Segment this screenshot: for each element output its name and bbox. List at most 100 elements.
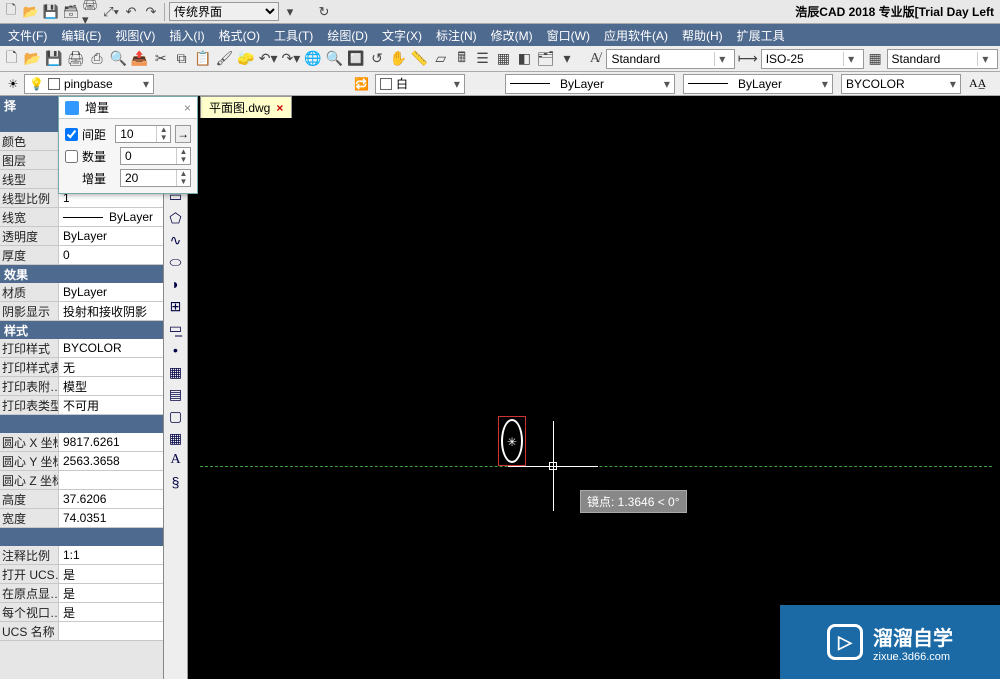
prop-value[interactable]: 模型 — [58, 377, 163, 395]
color-combo[interactable]: 白 ▾ — [375, 74, 465, 94]
prop-value[interactable]: 74.0351 — [58, 509, 163, 527]
spacing-checkbox[interactable] — [65, 128, 78, 141]
prop-row[interactable]: 每个视口…是 — [0, 603, 163, 622]
area-icon[interactable]: ▱ — [431, 48, 450, 70]
prop-row[interactable]: 圆心 X 坐标9817.6261 — [0, 433, 163, 452]
prop-row[interactable]: 阴影显示投射和接收阴影 — [0, 302, 163, 321]
menu-f[interactable]: 文件(F) — [8, 27, 47, 44]
increment-dialog[interactable]: 增量 × 间距 ▲▼ → 数量 ▲▼ 增量 ▲▼ — [58, 96, 198, 194]
dim-style-combo[interactable]: ISO-25 ▾ — [761, 49, 864, 69]
copy-icon[interactable]: ⧉ — [172, 48, 191, 70]
ui-style-select[interactable]: 传统界面 — [169, 2, 279, 21]
menu-w[interactable]: 窗口(W) — [547, 27, 590, 44]
menu-o[interactable]: 格式(O) — [219, 27, 260, 44]
redo-icon2[interactable]: ↷▾ — [281, 48, 302, 70]
prop-value[interactable]: 0 — [58, 246, 163, 264]
prop-value[interactable]: ByLayer — [58, 227, 163, 245]
menu-h[interactable]: 帮助(H) — [682, 27, 723, 44]
mtext-icon[interactable]: A — [166, 450, 186, 470]
anotation-icon[interactable]: A — [969, 76, 978, 91]
prop-value[interactable]: BYCOLOR — [58, 339, 163, 357]
cut-icon[interactable]: ✂ — [151, 48, 170, 70]
spinner-down-icon[interactable]: ▼ — [177, 156, 190, 164]
polygon-icon[interactable]: ⬠ — [166, 208, 186, 228]
dropdown-icon[interactable]: ▾ — [558, 48, 577, 70]
prop-row[interactable]: UCS 名称 — [0, 622, 163, 641]
preview-icon[interactable]: 🔍 — [108, 48, 127, 70]
plotstyle-combo[interactable]: BYCOLOR ▾ — [841, 74, 961, 94]
count-checkbox[interactable] — [65, 150, 78, 163]
prop-row[interactable]: 注释比例1:1 — [0, 546, 163, 565]
prop-value[interactable]: 不可用 — [58, 396, 163, 414]
text-style-icon[interactable]: A̸ — [586, 48, 605, 70]
prop-row[interactable]: 打开 UCS…是 — [0, 565, 163, 584]
prop-value[interactable]: ByLayer — [58, 208, 163, 226]
increment-titlebar[interactable]: 增量 × — [59, 97, 197, 119]
document-tab[interactable]: 平面图.dwg × — [200, 96, 292, 118]
layer-prev-icon[interactable]: 🔁 — [354, 77, 369, 91]
save-file-icon[interactable]: 💾 — [44, 48, 63, 70]
saveall-icon[interactable]: 🗃 — [62, 3, 80, 21]
linetype-combo[interactable]: ByLayer ▾ — [505, 74, 675, 94]
undo-icon2[interactable]: ↶▾ — [258, 48, 279, 70]
prop-value[interactable]: 无 — [58, 358, 163, 376]
prop-value[interactable] — [58, 471, 163, 489]
menu-m[interactable]: 修改(M) — [491, 27, 533, 44]
table-icon[interactable]: ▦ — [166, 428, 186, 448]
properties-icon[interactable]: ☰ — [473, 48, 492, 70]
dim-style-icon[interactable]: ⟼ — [737, 48, 759, 70]
gradient-icon[interactable]: ▤ — [166, 384, 186, 404]
prop-value[interactable]: 9817.6261 — [58, 433, 163, 451]
prop-value[interactable]: 投射和接收阴影 — [58, 302, 163, 320]
toolpalette-icon[interactable]: ◧ — [515, 48, 534, 70]
spacing-input[interactable] — [116, 126, 156, 142]
prop-row[interactable]: 圆心 Y 坐标2563.3658 — [0, 452, 163, 471]
helix-icon[interactable]: § — [166, 472, 186, 492]
table-style-icon[interactable]: ▦ — [866, 48, 885, 70]
prop-row[interactable]: 打印表类型不可用 — [0, 396, 163, 415]
spline-icon[interactable]: ∿ — [166, 230, 186, 250]
table-style-combo[interactable]: Standard ▾ — [887, 49, 998, 69]
prop-row[interactable]: 宽度74.0351 — [0, 509, 163, 528]
dropdown-arrow-icon[interactable]: ▾ — [281, 3, 299, 21]
hatch-icon[interactable]: ▦ — [166, 362, 186, 382]
menu-d[interactable]: 绘图(D) — [327, 27, 368, 44]
lineweight-combo[interactable]: ByLayer ▾ — [683, 74, 833, 94]
zoom-prev-icon[interactable]: ↺ — [368, 48, 387, 70]
region-icon[interactable]: ▢ — [166, 406, 186, 426]
prop-row[interactable]: 在原点显…是 — [0, 584, 163, 603]
close-dialog-icon[interactable]: × — [184, 101, 191, 115]
menu-a[interactable]: 应用软件(A) — [604, 27, 668, 44]
count-spinner[interactable]: ▲▼ — [120, 147, 191, 165]
menu-x[interactable]: 文字(X) — [382, 27, 422, 44]
spinner-down-icon[interactable]: ▼ — [157, 134, 170, 142]
zoom-realtime-icon[interactable]: 🔍 — [325, 48, 344, 70]
point-icon[interactable]: • — [166, 340, 186, 360]
plot-preview-icon[interactable]: ⤢▾ — [102, 3, 120, 21]
prop-row[interactable]: 透明度ByLayer — [0, 227, 163, 246]
inc-spinner[interactable]: ▲▼ — [120, 169, 191, 187]
qcalc-icon[interactable]: 🖩 — [452, 48, 471, 70]
layer-mgr-icon[interactable]: ☀ — [2, 77, 24, 91]
new-file-icon[interactable]: 🗋 — [2, 48, 21, 70]
text-style-combo[interactable]: Standard ▾ — [606, 49, 734, 69]
menu-t[interactable]: 工具(T) — [274, 27, 313, 44]
dist-icon[interactable]: 📏 — [410, 48, 429, 70]
drawing-viewport[interactable]: ✳ 镜点: 1.3646 < 0° ▷ 溜溜自学 zixue.3d66.com — [188, 96, 1000, 679]
save-icon[interactable]: 💾 — [42, 3, 60, 21]
undo-icon[interactable]: ↶ — [122, 3, 140, 21]
prop-row[interactable]: 打印样式BYCOLOR — [0, 339, 163, 358]
prop-row[interactable]: 打印表附…模型 — [0, 377, 163, 396]
new-icon[interactable]: 🗋 — [2, 3, 20, 21]
prop-value[interactable]: 1:1 — [58, 546, 163, 564]
prop-row[interactable]: 打印样式表无 — [0, 358, 163, 377]
paste-icon[interactable]: 📋 — [193, 48, 212, 70]
print-icon[interactable]: 🖨▾ — [82, 3, 100, 21]
make-block-icon[interactable]: ▭̲ — [166, 318, 186, 338]
prop-row[interactable]: 线宽ByLayer — [0, 208, 163, 227]
redo-icon[interactable]: ↷ — [142, 3, 160, 21]
open-file-icon[interactable]: 📂 — [23, 48, 42, 70]
refresh-icon[interactable]: ↻ — [315, 3, 333, 21]
close-tab-icon[interactable]: × — [276, 101, 283, 115]
pan-icon[interactable]: ✋ — [388, 48, 407, 70]
